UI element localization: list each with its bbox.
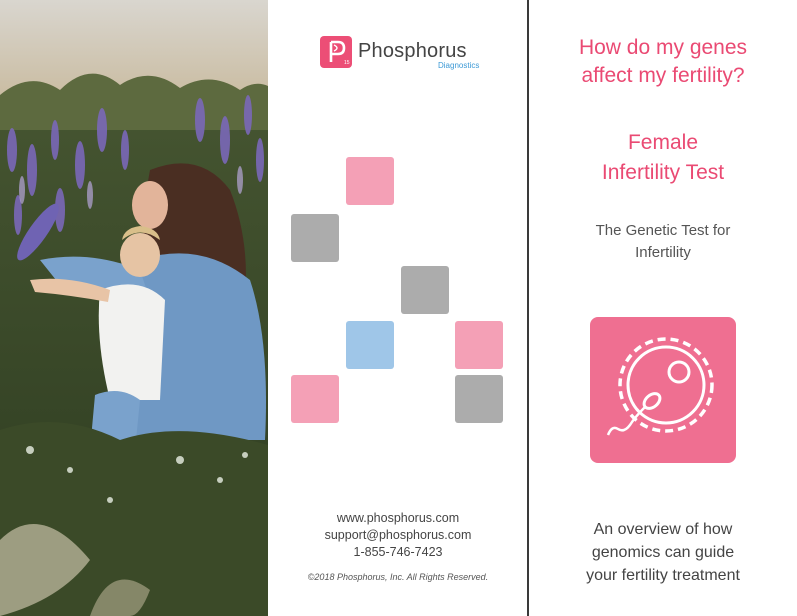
- cover-panel: How do my genes affect my fertility? Fem…: [529, 0, 797, 616]
- cover-question-line: How do my genes: [578, 36, 748, 59]
- phosphorus-logo-icon: 15: [320, 36, 352, 68]
- brand-name: Phosphorus: [358, 40, 467, 62]
- tagline: The Genetic Test for Infertility: [529, 220, 797, 264]
- decor-square-pink: [455, 321, 503, 369]
- overview-text: An overview of how genomics can guide yo…: [529, 518, 797, 587]
- copyright-text: ©2018 Phosphorus, Inc. All Rights Reserv…: [307, 572, 489, 582]
- mother-child-flowers-photo: [0, 0, 268, 616]
- egg-sperm-icon: [590, 317, 736, 463]
- tagline-line: The Genetic Test for: [595, 222, 731, 239]
- decor-square-pink: [291, 375, 339, 423]
- cover-photo: [0, 0, 268, 616]
- cover-question: How do my genes affect my fertility?: [529, 34, 797, 90]
- cover-question-line: affect my fertility?: [581, 64, 745, 87]
- back-panel: 15 Phosphorus Diagnostics www.phosphorus…: [268, 0, 528, 616]
- decor-square-gray: [291, 214, 339, 262]
- svg-text:15: 15: [344, 60, 350, 66]
- decor-square-blue: [346, 321, 394, 369]
- overview-line: genomics can guide: [591, 544, 735, 561]
- brand-subtitle: Diagnostics: [438, 61, 480, 70]
- decor-square-gray: [455, 375, 503, 423]
- tagline-line: Infertility: [635, 244, 691, 261]
- contact-block: www.phosphorus.com support@phosphorus.co…: [268, 510, 528, 561]
- decor-square-pink: [346, 157, 394, 205]
- website-link[interactable]: www.phosphorus.com: [268, 510, 528, 527]
- product-title: Female Infertility Test: [529, 128, 797, 188]
- product-title-line: Infertility Test: [601, 161, 725, 184]
- overview-line: your fertility treatment: [586, 567, 740, 584]
- phone-number: 1-855-746-7423: [353, 545, 443, 559]
- overview-line: An overview of how: [593, 521, 733, 538]
- decor-square-gray: [401, 266, 449, 314]
- support-email[interactable]: support@phosphorus.com: [268, 527, 528, 544]
- brand-logo: 15 Phosphorus Diagnostics: [320, 36, 480, 72]
- product-title-line: Female: [627, 131, 699, 154]
